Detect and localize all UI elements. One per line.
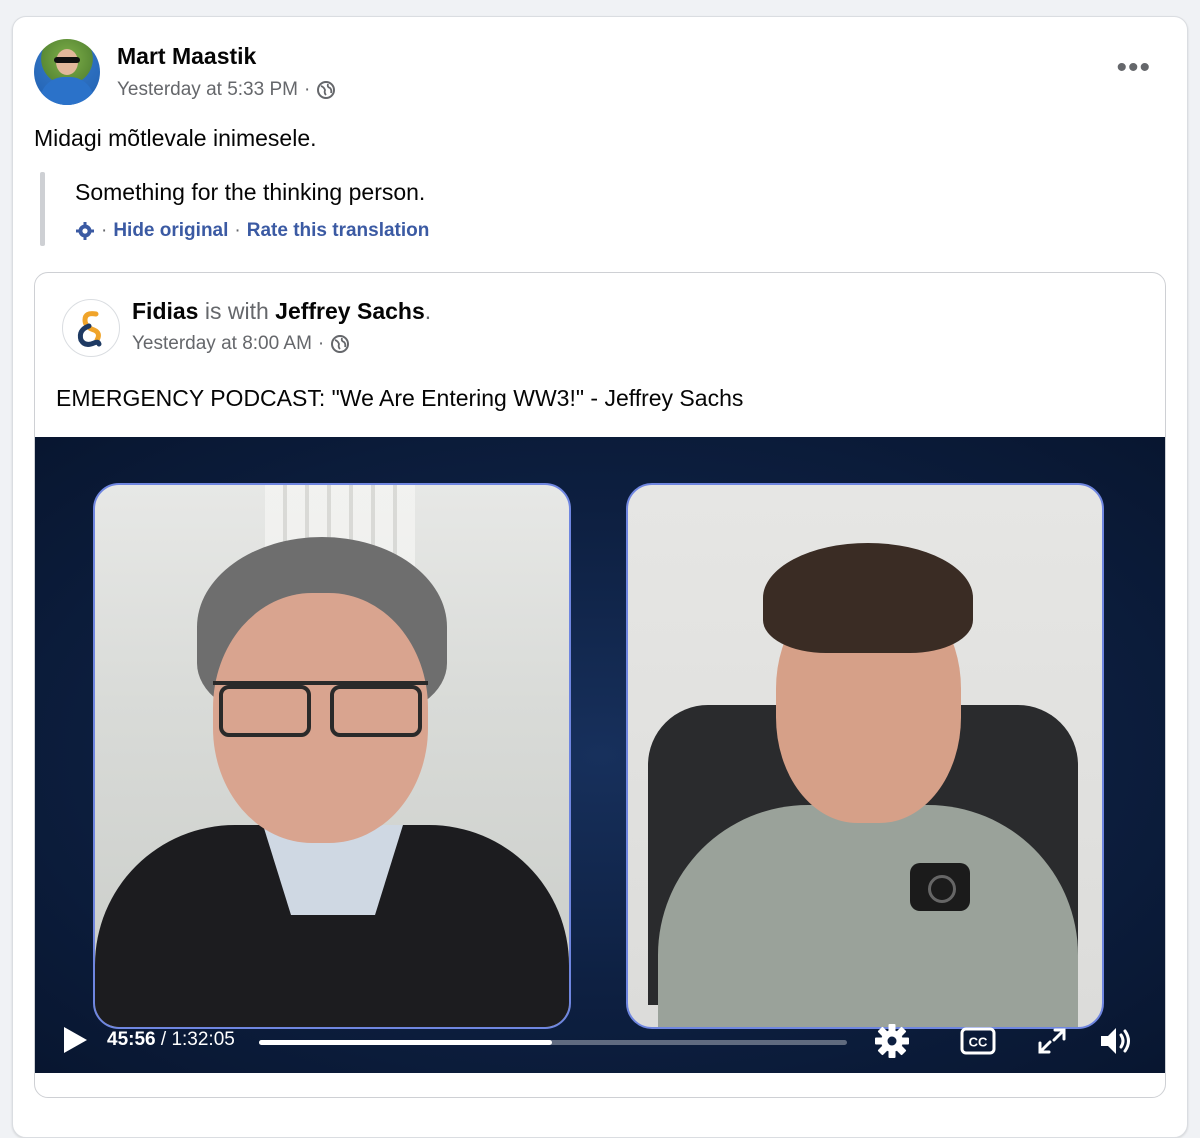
settings-icon[interactable]	[873, 1023, 911, 1059]
post-card: Mart Maastik Yesterday at 5:33 PM · ••• …	[12, 16, 1188, 1138]
progress-bar[interactable]	[259, 1040, 847, 1045]
tagged-person[interactable]: Jeffrey Sachs	[275, 298, 425, 324]
globe-icon[interactable]	[330, 334, 350, 354]
hide-original-link[interactable]: Hide original	[113, 220, 228, 242]
period: .	[424, 298, 432, 324]
post-meta: Yesterday at 5:33 PM ·	[117, 79, 336, 101]
translated-text: Something for the thinking person.	[75, 179, 426, 205]
author-name[interactable]: Mart Maastik	[117, 43, 256, 70]
cc-label: CC	[969, 1035, 988, 1050]
video-frame-host	[626, 483, 1104, 1029]
shared-meta: Yesterday at 8:00 AM ·	[132, 333, 350, 355]
video-player[interactable]: 45:56 / 1:32:05 CC	[35, 437, 1165, 1073]
shared-timestamp[interactable]: Yesterday at 8:00 AM	[132, 333, 312, 355]
volume-icon[interactable]	[1097, 1023, 1135, 1059]
shared-header: Fidias is with Jeffrey Sachs.	[132, 298, 431, 325]
with-text: is with	[204, 298, 269, 324]
meta-separator: ·	[317, 333, 325, 354]
current-time: 45:56	[107, 1029, 156, 1050]
duration: 1:32:05	[171, 1029, 235, 1050]
more-options-icon[interactable]: •••	[1116, 53, 1151, 83]
play-icon[interactable]	[61, 1025, 89, 1055]
video-controls: 45:56 / 1:32:05 CC	[35, 1011, 1165, 1073]
shared-post-title: EMERGENCY PODCAST: "We Are Entering WW3!…	[56, 385, 744, 411]
gear-icon[interactable]	[75, 221, 95, 241]
shared-post[interactable]: Fidias is with Jeffrey Sachs. Yesterday …	[34, 272, 1166, 1098]
post-timestamp[interactable]: Yesterday at 5:33 PM	[117, 79, 298, 101]
video-frame-guest	[93, 483, 571, 1029]
author-avatar[interactable]	[34, 39, 100, 105]
fidias-logo[interactable]	[62, 299, 120, 357]
translation-links: · Hide original · Rate this translation	[75, 220, 429, 242]
page-name[interactable]: Fidias	[132, 298, 198, 324]
link-separator: ·	[234, 220, 241, 241]
progress-fill	[259, 1040, 552, 1045]
rate-translation-link[interactable]: Rate this translation	[247, 220, 430, 242]
translation-bar	[40, 172, 45, 246]
globe-icon[interactable]	[316, 80, 336, 100]
link-separator: ·	[101, 220, 108, 241]
meta-separator: ·	[303, 79, 311, 100]
fullscreen-icon[interactable]	[1033, 1023, 1071, 1059]
video-time: 45:56 / 1:32:05	[107, 1029, 235, 1051]
time-separator: /	[155, 1029, 172, 1050]
post-text: Midagi mõtlevale inimesele.	[34, 125, 317, 151]
captions-icon[interactable]: CC	[959, 1023, 997, 1059]
